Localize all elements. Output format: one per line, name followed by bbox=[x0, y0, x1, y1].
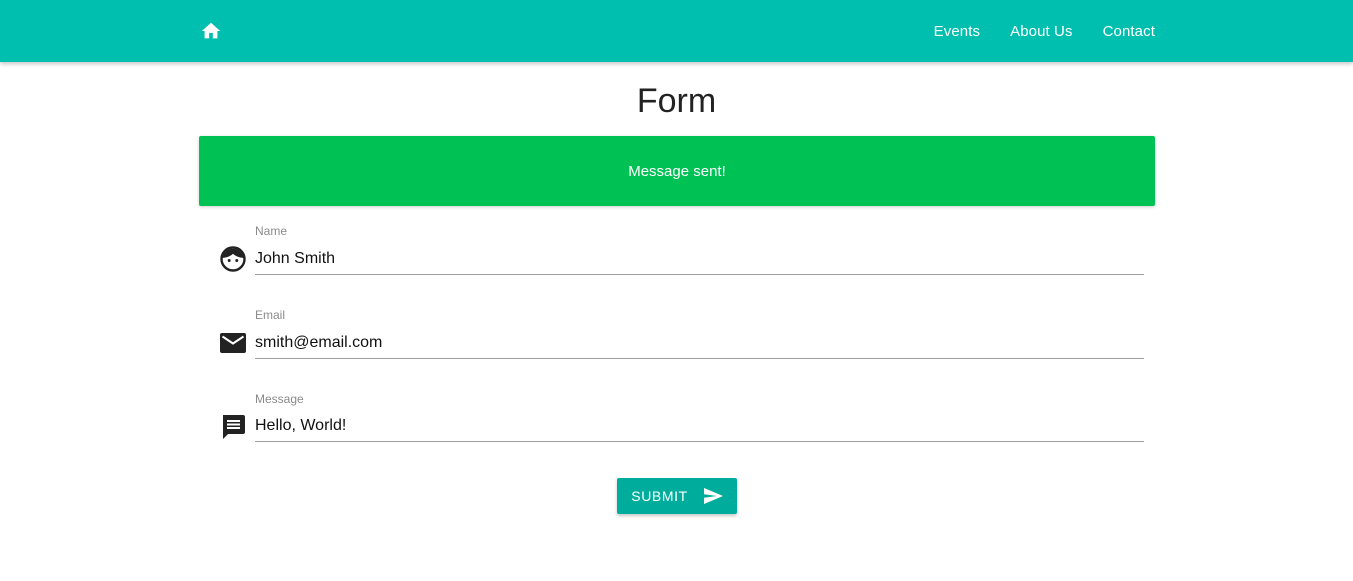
top-navbar: Events About Us Contact bbox=[0, 0, 1353, 62]
success-alert: Message sent! bbox=[199, 136, 1155, 206]
mail-icon bbox=[219, 329, 247, 357]
face-icon bbox=[219, 245, 247, 273]
nav-links: Events About Us Contact bbox=[904, 0, 1155, 62]
message-input[interactable] bbox=[255, 411, 1144, 442]
submit-button[interactable]: SUBMIT bbox=[617, 478, 737, 514]
message-icon bbox=[219, 413, 247, 441]
nav-link-events[interactable]: Events bbox=[934, 23, 980, 40]
home-icon bbox=[201, 22, 221, 39]
nav-link-contact[interactable]: Contact bbox=[1103, 23, 1155, 40]
page-title: Form bbox=[636, 82, 717, 120]
message-label: Message bbox=[255, 392, 304, 406]
send-icon bbox=[703, 488, 723, 504]
home-link[interactable] bbox=[200, 20, 222, 42]
name-input[interactable] bbox=[255, 244, 1144, 275]
email-field: Email bbox=[216, 308, 1144, 368]
message-field: Message bbox=[216, 392, 1144, 452]
name-label: Name bbox=[255, 224, 288, 238]
alert-message: Message sent! bbox=[628, 162, 726, 180]
email-label: Email bbox=[255, 308, 286, 322]
name-field: Name bbox=[216, 224, 1144, 284]
submit-label: SUBMIT bbox=[631, 488, 688, 504]
nav-link-about-us[interactable]: About Us bbox=[1010, 23, 1073, 40]
email-input[interactable] bbox=[255, 328, 1144, 359]
